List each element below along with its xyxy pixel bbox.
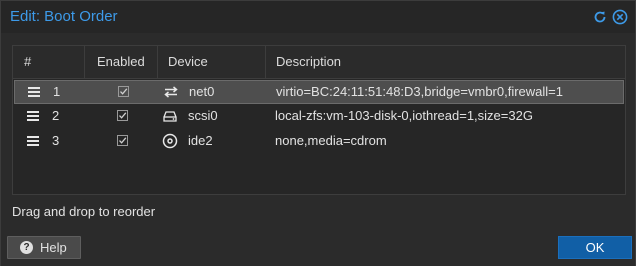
row-index: 3	[52, 133, 60, 148]
help-button[interactable]: ? Help	[7, 236, 81, 259]
row-index: 2	[52, 108, 60, 123]
column-header-description[interactable]: Description	[265, 46, 625, 78]
boot-order-dialog: Edit: Boot Order # Enabled Device Descri…	[0, 0, 636, 266]
dialog-title: Edit: Boot Order	[10, 8, 118, 25]
reset-icon[interactable]	[592, 9, 608, 25]
table-row[interactable]: 1 net0 virtio=BC:24:11:51:48:D3,bridge=v…	[14, 80, 624, 104]
table-row[interactable]: 3 ide2 none,media=cdrom	[14, 130, 624, 154]
device-description: virtio=BC:24:11:51:48:D3,bridge=vmbr0,fi…	[276, 84, 563, 99]
row-index: 1	[53, 84, 61, 99]
close-icon[interactable]	[612, 9, 628, 25]
enabled-checkbox[interactable]	[117, 110, 128, 121]
device-description: local-zfs:vm-103-disk-0,iothread=1,size=…	[275, 108, 533, 123]
drag-handle-icon[interactable]	[28, 87, 40, 97]
reorder-hint: Drag and drop to reorder	[12, 204, 156, 219]
column-header-enabled[interactable]: Enabled	[84, 46, 157, 78]
device-name: net0	[189, 84, 215, 99]
cdrom-icon	[162, 133, 178, 149]
drag-handle-icon[interactable]	[27, 136, 39, 146]
table-row[interactable]: 2 scsi0 local-zfs:vm-103-disk-0,iothread…	[14, 105, 624, 129]
titlebar: Edit: Boot Order	[1, 1, 635, 33]
device-description: none,media=cdrom	[275, 133, 387, 148]
dialog-footer	[1, 231, 635, 266]
ok-button[interactable]: OK	[558, 236, 632, 259]
grid-header: # Enabled Device Description	[13, 46, 625, 79]
column-header-device[interactable]: Device	[157, 46, 265, 78]
help-icon: ?	[20, 241, 33, 254]
network-arrows-icon	[164, 86, 178, 98]
boot-order-grid: # Enabled Device Description 1 net0 virt…	[12, 45, 626, 195]
column-header-index[interactable]: #	[24, 46, 84, 78]
enabled-checkbox[interactable]	[118, 86, 129, 97]
device-name: scsi0	[188, 108, 218, 123]
drag-handle-icon[interactable]	[27, 111, 39, 121]
enabled-checkbox[interactable]	[117, 135, 128, 146]
help-button-label: Help	[40, 240, 67, 255]
device-name: ide2	[188, 133, 213, 148]
hard-disk-icon	[163, 111, 177, 122]
